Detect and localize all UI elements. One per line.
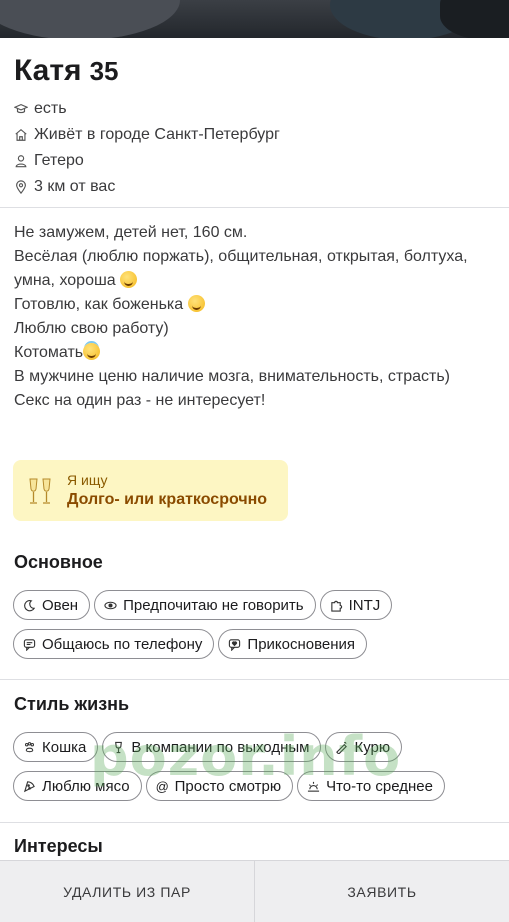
moon-icon (24, 599, 36, 611)
looking-for-value: Долго- или краткосрочно (67, 490, 268, 508)
location-pin-icon (16, 180, 26, 194)
sunrise-icon (308, 781, 320, 792)
basics-chips: Овен Предпочитаю не говорить INTJ Общаюс… (13, 590, 503, 659)
divider (0, 207, 509, 208)
at-icon: @ (155, 778, 169, 794)
chip-smoking[interactable]: Курю (325, 732, 403, 762)
section-title-basics: Основное (14, 552, 103, 572)
cigarette-icon (336, 741, 348, 754)
person-icon (15, 155, 27, 168)
chip-social-media[interactable]: @ Просто смотрю (145, 771, 294, 801)
home-icon (15, 129, 27, 141)
looking-for-label: Я ищу (67, 471, 108, 488)
chip-sleep[interactable]: Что-то среднее (297, 771, 445, 801)
report-button[interactable]: ЗАЯВИТЬ (254, 861, 509, 922)
halo-emoji-icon (83, 343, 101, 360)
about-text: Не замужем, детей нет, 160 см. Весёлая (… (14, 224, 468, 409)
champagne-glasses-icon (29, 478, 51, 504)
glass-icon (115, 741, 123, 753)
eye-icon (104, 601, 117, 609)
fact-education: есть (14, 96, 280, 122)
bottom-action-bar: УДАЛИТЬ ИЗ ПАР ЗАЯВИТЬ (0, 860, 509, 922)
chip-pets[interactable]: Кошка (13, 732, 99, 762)
profile-photo[interactable] (0, 0, 509, 38)
chip-zodiac[interactable]: Овен (13, 590, 91, 620)
profile-name: Катя (14, 54, 82, 87)
chip-diet[interactable]: Люблю мясо (13, 771, 142, 801)
chip-love-language[interactable]: Прикосновения (218, 629, 368, 659)
divider (0, 822, 509, 823)
section-title-interests: Интересы (14, 836, 103, 856)
profile-age: 35 (89, 56, 119, 86)
smile-emoji-icon (120, 271, 138, 288)
puzzle-icon (330, 600, 342, 612)
lifestyle-chips: Кошка В компании по выходным Курю Люблю … (13, 732, 503, 801)
section-title-lifestyle: Стиль жизнь (14, 694, 130, 714)
graduation-cap-icon (14, 104, 28, 114)
fact-orientation: Гетеро (14, 148, 280, 174)
profile-header: Катя 35 (14, 54, 118, 88)
fact-city: Живёт в городе Санкт-Петербург (14, 122, 280, 148)
divider (0, 679, 509, 680)
pizza-icon (23, 780, 35, 792)
chip-drinking[interactable]: В компании по выходным (102, 732, 322, 762)
chat-icon (23, 638, 36, 651)
looking-for-card: Я ищу Долго- или краткосрочно (13, 460, 288, 521)
yum-emoji-icon (187, 295, 205, 312)
chip-education[interactable]: Предпочитаю не говорить (94, 590, 316, 620)
paw-icon (24, 741, 35, 752)
profile-facts: есть Живёт в городе Санкт-Петербург Гете… (14, 96, 280, 200)
heart-chat-icon (229, 638, 241, 651)
remove-from-matches-button[interactable]: УДАЛИТЬ ИЗ ПАР (0, 861, 254, 922)
fact-distance: 3 км от вас (14, 174, 280, 200)
chip-personality[interactable]: INTJ (319, 590, 393, 620)
chip-communication[interactable]: Общаюсь по телефону (13, 629, 215, 659)
